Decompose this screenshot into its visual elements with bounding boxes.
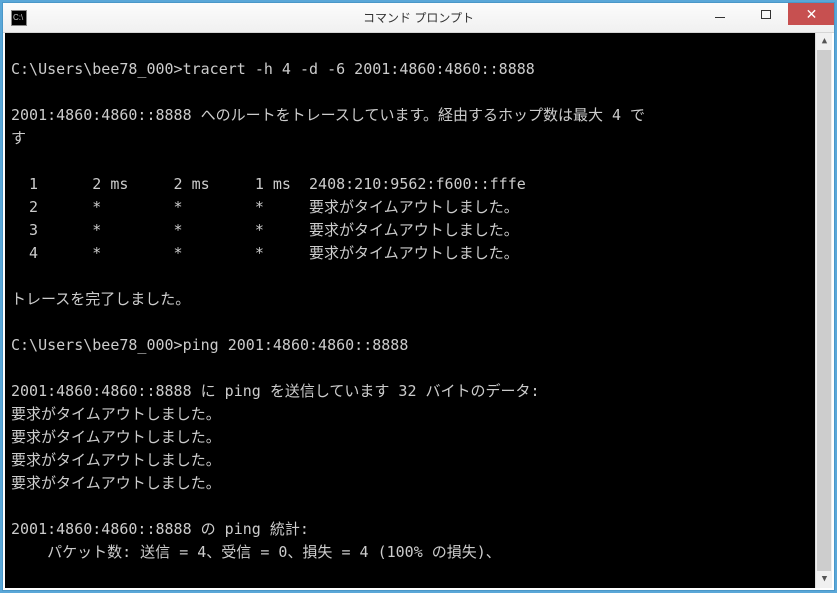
command-prompt-window: C:\ コマンド プロンプト ✕ C:\Users\bee78_000>trac…: [2, 2, 835, 591]
hop-row: 2 * * * 要求がタイムアウトしました。: [11, 196, 826, 219]
prompt-line: C:\Users\bee78_000>tracert -h 4 -d -6 20…: [11, 58, 826, 81]
hop-row: 1 2 ms 2 ms 1 ms 2408:210:9562:f600::fff…: [11, 173, 826, 196]
output-line: 要求がタイムアウトしました。: [11, 403, 826, 426]
scroll-up-button[interactable]: ▲: [816, 33, 833, 50]
command: tracert -h 4 -d -6 2001:4860:4860::8888: [183, 60, 535, 78]
output-line: [11, 150, 826, 173]
output-line: 2001:4860:4860::8888 へのルートをトレースしています。経由す…: [11, 104, 826, 127]
hop-row: 4 * * * 要求がタイムアウトしました。: [11, 242, 826, 265]
scroll-down-button[interactable]: ▼: [816, 571, 833, 588]
output-line: パケット数: 送信 = 4、受信 = 0、損失 = 4 (100% の損失)、: [11, 541, 826, 564]
scroll-track[interactable]: [816, 50, 832, 571]
output-line: 2001:4860:4860::8888 に ping を送信しています 32 …: [11, 380, 826, 403]
titlebar[interactable]: C:\ コマンド プロンプト ✕: [3, 3, 834, 33]
terminal-area[interactable]: C:\Users\bee78_000>tracert -h 4 -d -6 20…: [3, 33, 834, 590]
close-button[interactable]: ✕: [788, 3, 834, 25]
maximize-button[interactable]: [742, 3, 788, 25]
output-line: [11, 311, 826, 334]
output-line: [11, 564, 826, 587]
prompt-line: C:\Users\bee78_000>: [11, 587, 826, 590]
window-controls: ✕: [696, 3, 834, 32]
output-line: 要求がタイムアウトしました。: [11, 472, 826, 495]
output-line: [11, 357, 826, 380]
output-line: [11, 265, 826, 288]
cmd-icon: C:\: [11, 10, 27, 26]
output-line: 要求がタイムアウトしました。: [11, 426, 826, 449]
prompt: C:\Users\bee78_000>: [11, 589, 183, 590]
output-line: 要求がタイムアウトしました。: [11, 449, 826, 472]
prompt: C:\Users\bee78_000>: [11, 336, 183, 354]
minimize-button[interactable]: [696, 3, 742, 25]
output-line: す: [11, 127, 826, 150]
command: ping 2001:4860:4860::8888: [183, 336, 409, 354]
output-line: トレースを完了しました。: [11, 288, 826, 311]
scrollbar[interactable]: ▲ ▼: [815, 33, 832, 588]
scroll-thumb[interactable]: [817, 50, 831, 571]
prompt: C:\Users\bee78_000>: [11, 60, 183, 78]
hop-row: 3 * * * 要求がタイムアウトしました。: [11, 219, 826, 242]
prompt-line: C:\Users\bee78_000>ping 2001:4860:4860::…: [11, 334, 826, 357]
output-line: [11, 495, 826, 518]
window-title: コマンド プロンプト: [363, 9, 474, 26]
output-line: [11, 35, 826, 58]
output-line: 2001:4860:4860::8888 の ping 統計:: [11, 518, 826, 541]
output-line: [11, 81, 826, 104]
